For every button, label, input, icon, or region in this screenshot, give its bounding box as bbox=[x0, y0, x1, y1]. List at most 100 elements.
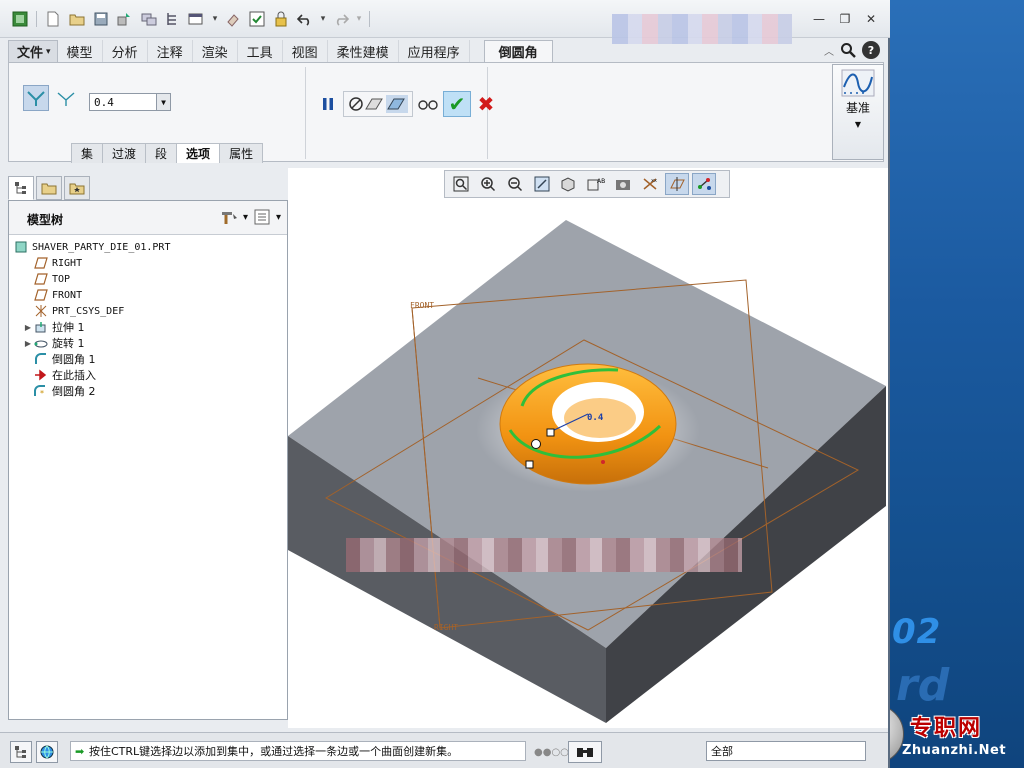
plane-display-icon[interactable] bbox=[665, 173, 689, 195]
ok-button[interactable]: ✔ bbox=[443, 91, 471, 117]
tab-annotate[interactable]: 注释 bbox=[148, 40, 193, 62]
chevron-down-icon[interactable]: ▾ bbox=[276, 212, 281, 223]
refit-icon[interactable] bbox=[449, 173, 473, 195]
tab-pieces[interactable]: 段 bbox=[145, 143, 178, 163]
radius-dimension-label[interactable]: 0.4 bbox=[587, 413, 604, 423]
find-button[interactable] bbox=[568, 741, 602, 763]
close-icon[interactable]: ✕ bbox=[862, 10, 880, 28]
tab-round[interactable]: 倒圆角 bbox=[483, 40, 553, 62]
geometry-preview-icon[interactable] bbox=[364, 95, 386, 113]
saved-views-icon[interactable]: AB bbox=[584, 173, 608, 195]
chevron-down-icon[interactable]: ▾ bbox=[355, 9, 363, 29]
tab-sets[interactable]: 集 bbox=[71, 143, 104, 163]
camera-icon[interactable] bbox=[611, 173, 635, 195]
zoom-out-icon[interactable] bbox=[503, 173, 527, 195]
right-datum-label: RIGHT bbox=[434, 623, 458, 632]
verify-mode-button[interactable] bbox=[415, 91, 441, 117]
tab-flexible-modeling[interactable]: 柔性建模 bbox=[328, 40, 399, 62]
tree-item[interactable]: TOP bbox=[9, 271, 287, 287]
round-type-group bbox=[23, 85, 79, 111]
pause-button[interactable] bbox=[315, 91, 341, 117]
tab-view[interactable]: 视图 bbox=[283, 40, 328, 62]
undo-icon[interactable] bbox=[295, 9, 315, 29]
model-graphics[interactable]: FRONT RIGHT 0.4 bbox=[288, 168, 888, 728]
no-preview-icon[interactable] bbox=[348, 96, 364, 112]
settings-tool-icon[interactable] bbox=[219, 207, 239, 227]
app-icon[interactable] bbox=[10, 9, 30, 29]
tree-item[interactable]: ▶ 拉伸 1 bbox=[9, 319, 287, 335]
tree-item[interactable]: * 倒圆角 2 bbox=[9, 383, 287, 399]
checkmark-icon: ✔ bbox=[448, 92, 466, 116]
tab-transitions[interactable]: 过渡 bbox=[102, 143, 147, 163]
chevron-down-icon[interactable]: ▼ bbox=[156, 94, 170, 110]
show-list-icon[interactable] bbox=[252, 207, 272, 227]
regenerate-icon[interactable] bbox=[115, 9, 135, 29]
tab-favorites[interactable] bbox=[64, 176, 90, 200]
window-switch-icon[interactable] bbox=[187, 9, 207, 29]
graphics-viewport[interactable]: FRONT RIGHT 0.4 AB xx bbox=[288, 168, 888, 728]
tree-item[interactable]: 在此插入 bbox=[9, 367, 287, 383]
tree-item[interactable]: ▶ 旋转 1 bbox=[9, 335, 287, 351]
restore-icon[interactable]: ❐ bbox=[836, 10, 854, 28]
windows-icon[interactable] bbox=[139, 9, 159, 29]
constant-round-button[interactable] bbox=[23, 85, 49, 111]
redo-icon[interactable] bbox=[331, 9, 351, 29]
minimize-icon[interactable]: — bbox=[810, 10, 828, 28]
drag-handle-lower[interactable] bbox=[525, 460, 534, 469]
open-file-icon[interactable] bbox=[67, 9, 87, 29]
datum-button[interactable]: 基准 ▼ bbox=[832, 64, 884, 160]
attached-preview-icon[interactable] bbox=[386, 95, 408, 113]
svg-text:AB: AB bbox=[597, 178, 605, 185]
expand-arrow-icon[interactable]: ▶ bbox=[23, 339, 33, 348]
tab-folder-browser[interactable] bbox=[36, 176, 62, 200]
tab-render[interactable]: 渲染 bbox=[193, 40, 238, 62]
expand-arrow-icon[interactable]: ▶ bbox=[23, 323, 33, 332]
datum-icon bbox=[841, 69, 875, 97]
tab-applications[interactable]: 应用程序 bbox=[399, 40, 470, 62]
tab-analysis[interactable]: 分析 bbox=[103, 40, 148, 62]
tree-item[interactable]: RIGHT bbox=[9, 255, 287, 271]
svg-text:xx: xx bbox=[651, 178, 657, 184]
save-icon[interactable] bbox=[91, 9, 111, 29]
csys-display-icon[interactable] bbox=[692, 173, 716, 195]
cancel-button[interactable]: ✖ bbox=[473, 91, 499, 117]
chevron-down-icon[interactable]: ▾ bbox=[243, 212, 248, 223]
checklist-icon[interactable] bbox=[247, 9, 267, 29]
tree-item-label: 倒圆角 1 bbox=[52, 353, 96, 366]
radius-value: 0.4 bbox=[94, 95, 114, 109]
csys-icon bbox=[33, 304, 49, 318]
selection-filter-value: 全部 bbox=[711, 745, 733, 758]
chevron-down-icon[interactable]: ▾ bbox=[319, 9, 327, 29]
tab-properties[interactable]: 属性 bbox=[219, 143, 264, 163]
anchor-handle[interactable] bbox=[531, 439, 541, 449]
repaint-icon[interactable] bbox=[530, 173, 554, 195]
tree-item-label: RIGHT bbox=[52, 257, 83, 269]
search-icon[interactable] bbox=[840, 42, 856, 58]
radius-field[interactable]: 0.4 ▼ bbox=[89, 93, 171, 111]
zoom-in-icon[interactable] bbox=[476, 173, 500, 195]
navigator-toggle-icon[interactable] bbox=[10, 741, 32, 763]
tree-item[interactable]: SHAVER_PARTY_DIE_01.PRT bbox=[9, 239, 287, 255]
model-tree-list: SHAVER_PARTY_DIE_01.PRT RIGHT TOP FRONT PRT_… bbox=[9, 235, 287, 399]
lock-icon[interactable] bbox=[271, 9, 291, 29]
display-style-icon[interactable] bbox=[557, 173, 581, 195]
browser-toggle-icon[interactable] bbox=[36, 741, 58, 763]
tree-item[interactable]: FRONT bbox=[9, 287, 287, 303]
variable-round-button[interactable] bbox=[53, 85, 79, 111]
selection-filter[interactable]: 全部 bbox=[706, 741, 866, 761]
drag-handle[interactable] bbox=[546, 428, 555, 437]
tree-item[interactable]: 倒圆角 1 bbox=[9, 351, 287, 367]
erase-icon[interactable] bbox=[223, 9, 243, 29]
tab-file[interactable]: 文件 ▾ bbox=[8, 40, 58, 62]
datum-display-icon[interactable]: xx bbox=[638, 173, 662, 195]
tree-icon[interactable] bbox=[163, 9, 183, 29]
tab-model[interactable]: 模型 bbox=[58, 40, 103, 62]
new-file-icon[interactable] bbox=[43, 9, 63, 29]
chevron-up-icon[interactable]: ︿ bbox=[824, 43, 834, 58]
help-icon[interactable]: ? bbox=[862, 41, 880, 59]
tree-item[interactable]: PRT_CSYS_DEF bbox=[9, 303, 287, 319]
tab-tools[interactable]: 工具 bbox=[238, 40, 283, 62]
tab-options[interactable]: 选项 bbox=[176, 143, 221, 163]
tab-model-tree[interactable] bbox=[8, 176, 34, 200]
chevron-down-icon[interactable]: ▾ bbox=[211, 9, 219, 29]
